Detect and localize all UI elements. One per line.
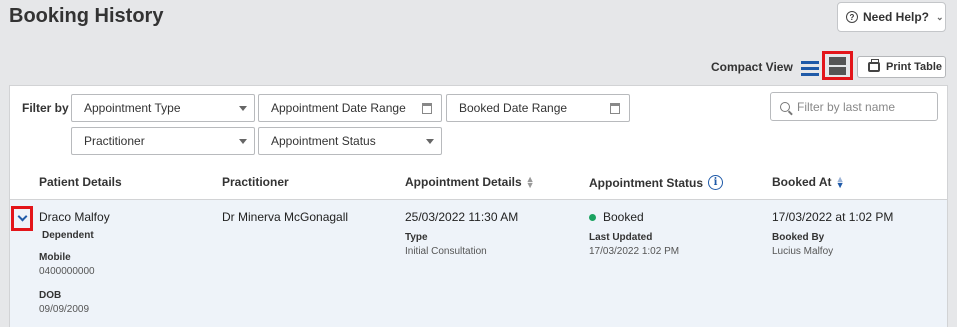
- need-help-label: Need Help?: [863, 10, 930, 24]
- column-header-label: Booked At: [772, 175, 832, 189]
- status-dot-icon: [589, 214, 596, 222]
- patient-name: Draco Malfoy: [39, 210, 110, 224]
- column-header-label: Appointment Details: [405, 175, 522, 189]
- appointment-status-select-value: Appointment Status: [271, 134, 376, 148]
- column-header-practitioner: Practitioner: [222, 175, 289, 189]
- column-header-label: Appointment Status: [589, 175, 703, 190]
- compact-view-label: Compact View: [711, 60, 793, 74]
- status-badge: Booked: [589, 210, 644, 224]
- calendar-icon: [610, 103, 620, 114]
- print-table-button[interactable]: Print Table: [857, 56, 946, 78]
- sort-icon[interactable]: ▲ ▼: [526, 175, 535, 190]
- booked-date-range-field[interactable]: Booked Date Range: [446, 94, 630, 122]
- mobile-label: Mobile: [39, 252, 71, 263]
- dob-value: 09/09/2009: [39, 304, 90, 315]
- appointment-date-range-field[interactable]: Appointment Date Range: [258, 94, 442, 122]
- last-updated-label: Last Updated: [589, 232, 653, 243]
- appointment-type-select[interactable]: Appointment Type: [71, 94, 255, 122]
- column-header-label: Patient Details: [39, 175, 122, 189]
- column-header-appointment-details[interactable]: Appointment Details ▲ ▼: [405, 175, 535, 190]
- page-title: Booking History: [9, 5, 164, 27]
- last-updated-value: 17/03/2022 1:02 PM: [589, 246, 680, 257]
- printer-icon: [868, 59, 880, 72]
- table-row: Draco Malfoy Dependent Mobile 0400000000…: [10, 199, 947, 327]
- last-name-search-input[interactable]: Filter by last name: [770, 92, 938, 121]
- type-value: Initial Consultation: [405, 246, 487, 257]
- appointment-datetime: 25/03/2022 11:30 AM: [405, 210, 519, 224]
- practitioner-name: Dr Minerva McGonagall: [222, 210, 349, 224]
- type-label: Type: [405, 232, 428, 243]
- compact-view-toggle-icon[interactable]: [822, 51, 853, 80]
- search-placeholder: Filter by last name: [797, 99, 896, 114]
- search-icon: [780, 101, 790, 112]
- caret-down-icon: [426, 139, 434, 144]
- expand-row-button[interactable]: [11, 206, 33, 231]
- column-header-patient-details: Patient Details: [39, 175, 122, 189]
- filter-by-label: Filter by: [22, 101, 69, 115]
- column-header-label: Practitioner: [222, 175, 289, 189]
- booking-table-card: Filter by Appointment Type Appointment D…: [9, 85, 948, 327]
- appointment-type-select-value: Appointment Type: [84, 101, 181, 115]
- calendar-icon: [422, 103, 432, 114]
- list-view-toggle-icon[interactable]: [799, 57, 821, 79]
- print-table-label: Print Table: [886, 61, 943, 73]
- caret-down-icon: [239, 106, 247, 111]
- booked-at-value: 17/03/2022 at 1:02 PM: [772, 210, 894, 224]
- info-icon[interactable]: i: [708, 175, 723, 190]
- column-header-booked-at[interactable]: Booked At ▲ ▼: [772, 175, 845, 190]
- practitioner-select-value: Practitioner: [84, 134, 145, 148]
- chevron-down-icon: [17, 211, 27, 222]
- status-text: Booked: [603, 210, 644, 224]
- caret-down-icon: [239, 139, 247, 144]
- dob-label: DOB: [39, 290, 62, 301]
- practitioner-select[interactable]: Practitioner: [71, 127, 255, 155]
- appointment-status-select[interactable]: Appointment Status: [258, 127, 442, 155]
- need-help-button[interactable]: ? Need Help? ⌄: [837, 2, 946, 32]
- mobile-value: 0400000000: [39, 266, 95, 277]
- booked-by-value: Lucius Malfoy: [772, 246, 834, 257]
- question-icon: ?: [846, 11, 858, 23]
- booked-by-label: Booked By: [772, 232, 825, 243]
- patient-type: Dependent: [42, 230, 94, 241]
- booked-date-range-value: Booked Date Range: [459, 101, 568, 115]
- chevron-down-icon: ⌄: [936, 11, 944, 22]
- column-header-appointment-status: Appointment Status i: [589, 175, 723, 190]
- appointment-date-range-value: Appointment Date Range: [271, 101, 406, 115]
- sort-descending-icon[interactable]: ▲ ▼: [836, 175, 845, 190]
